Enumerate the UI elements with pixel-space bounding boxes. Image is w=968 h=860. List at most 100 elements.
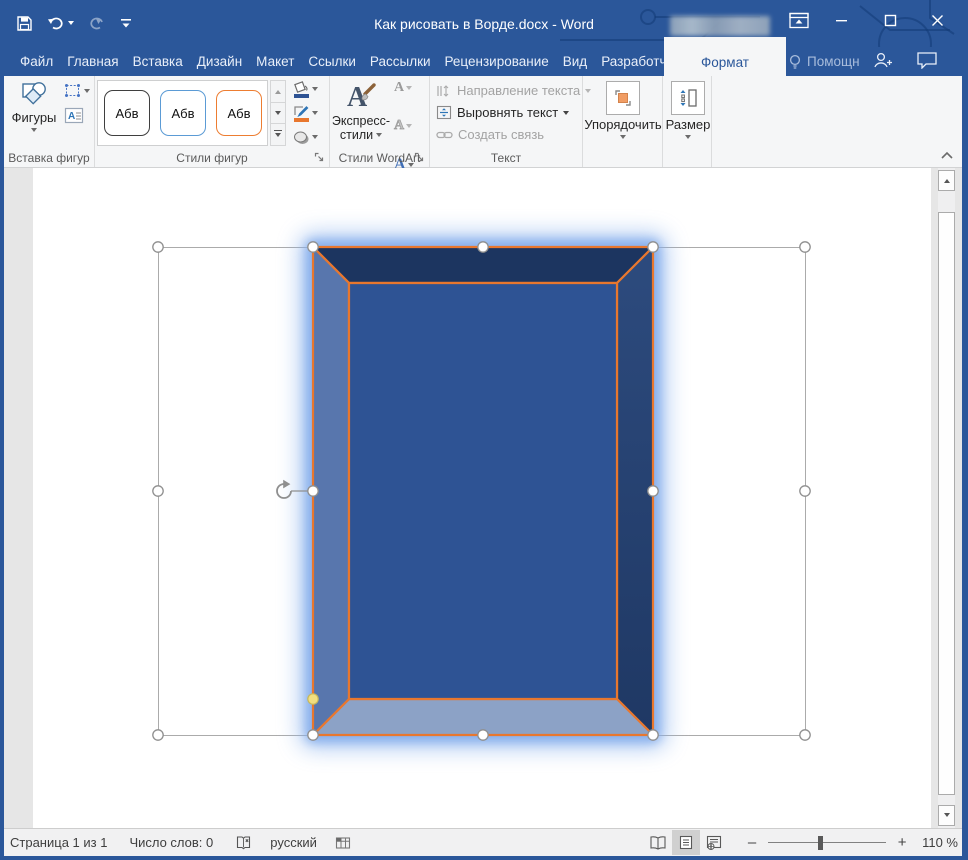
tab-format-active[interactable]: Формат <box>664 37 786 76</box>
customize-qat-button[interactable] <box>118 14 134 32</box>
shape-fill-button[interactable] <box>291 78 327 100</box>
maximize-button[interactable] <box>873 0 907 40</box>
adjust-handle[interactable] <box>308 694 318 704</box>
shape-style-preset-2[interactable]: Абв <box>160 90 206 136</box>
selection-handle[interactable] <box>800 730 810 740</box>
tab-review[interactable]: Рецензирование <box>438 47 556 76</box>
draw-text-box-button[interactable]: A <box>62 106 86 125</box>
align-text-button[interactable]: Выровнять текст <box>436 105 569 120</box>
quick-styles-label-2: стили <box>340 128 373 142</box>
minimize-button[interactable] <box>824 0 858 40</box>
read-mode-button[interactable] <box>644 830 672 855</box>
redo-button[interactable] <box>86 13 108 33</box>
quick-styles-caret <box>376 133 382 140</box>
zoom-slider-thumb[interactable] <box>818 836 823 850</box>
save-button[interactable] <box>14 13 35 34</box>
tab-references[interactable]: Ссылки <box>301 47 363 76</box>
selection-handle[interactable] <box>800 242 810 252</box>
size-button[interactable]: Размер <box>670 81 706 142</box>
edit-shape-button[interactable] <box>62 82 92 100</box>
selection-handle[interactable] <box>153 730 163 740</box>
text-outline-button[interactable]: A <box>392 116 414 136</box>
selection-handle[interactable] <box>308 730 318 740</box>
align-text-icon <box>436 105 452 120</box>
ribbon-display-options-button[interactable] <box>782 0 816 40</box>
shapes-button[interactable]: Фигуры <box>8 80 60 135</box>
tab-view[interactable]: Вид <box>556 47 594 76</box>
scroll-down-button[interactable] <box>938 805 955 826</box>
web-layout-icon <box>706 835 722 850</box>
gallery-scroll-up-button[interactable] <box>270 80 286 103</box>
text-fill-button[interactable]: A <box>392 78 414 98</box>
dialog-launcher-icon <box>414 152 425 163</box>
sign-in-button[interactable] <box>872 49 894 74</box>
shape-styles-dialog-launcher[interactable] <box>313 151 326 164</box>
zoom-level[interactable]: 110 % <box>922 835 958 850</box>
print-layout-button[interactable] <box>672 830 700 855</box>
word-count[interactable]: Число слов: 0 <box>129 835 213 850</box>
lightbulb-icon <box>788 54 802 70</box>
zoom-in-button[interactable]: + <box>894 834 910 851</box>
size-icon <box>677 87 699 109</box>
tab-insert[interactable]: Вставка <box>126 47 190 76</box>
selection-handle[interactable] <box>478 242 488 252</box>
arrange-button[interactable]: Упорядочить <box>588 81 658 142</box>
proofing-status-button[interactable] <box>235 834 252 851</box>
zoom-slider[interactable] <box>768 836 886 850</box>
undo-button[interactable] <box>45 13 76 33</box>
edit-shape-caret <box>84 89 90 96</box>
language-indicator[interactable]: русский <box>270 835 317 850</box>
print-layout-icon <box>679 835 693 850</box>
tab-layout[interactable]: Макет <box>249 47 301 76</box>
shape-style-preset-3[interactable]: Абв <box>216 90 262 136</box>
undo-icon <box>47 15 65 31</box>
close-icon <box>931 14 944 27</box>
group-arrange: Упорядочить <box>583 76 663 167</box>
zoom-out-button[interactable]: – <box>744 834 760 851</box>
selection-handle[interactable] <box>648 486 658 496</box>
selection-handle[interactable] <box>153 242 163 252</box>
gallery-more-icon <box>274 130 282 140</box>
document-area <box>0 168 968 828</box>
create-link-button[interactable]: Создать связь <box>436 127 544 142</box>
wordart-dialog-launcher[interactable] <box>413 151 426 164</box>
statusbar-right: – + 110 % <box>644 829 958 856</box>
scrollbar-thumb[interactable] <box>938 212 955 795</box>
text-direction-button[interactable]: Направление текста <box>436 83 591 98</box>
collapse-ribbon-button[interactable] <box>940 148 954 163</box>
scroll-up-button[interactable] <box>938 170 955 191</box>
feedback-button[interactable] <box>916 49 938 74</box>
page-indicator[interactable]: Страница 1 из 1 <box>10 835 107 850</box>
shape-effects-button[interactable] <box>291 126 327 148</box>
tab-mailings[interactable]: Рассылки <box>363 47 438 76</box>
tab-design[interactable]: Дизайн <box>190 47 249 76</box>
text-outline-caret <box>406 124 412 131</box>
selection-handle[interactable] <box>308 242 318 252</box>
shape-style-preset-1[interactable]: Абв <box>104 90 150 136</box>
gallery-scroll-down-button[interactable] <box>270 103 286 125</box>
tab-tell-me[interactable]: Помощн <box>788 47 860 76</box>
macro-recording-button[interactable] <box>335 836 351 850</box>
selection-handle[interactable] <box>648 242 658 252</box>
web-layout-button[interactable] <box>700 830 728 855</box>
vertical-scrollbar[interactable] <box>938 168 955 828</box>
shape-outline-button[interactable] <box>291 102 327 124</box>
shape-style-buttons <box>291 78 327 150</box>
tab-file[interactable]: Файл <box>13 47 60 76</box>
tab-home[interactable]: Главная <box>60 47 125 76</box>
frame-shape[interactable] <box>313 247 653 735</box>
shape-outline-caret <box>312 111 318 118</box>
selection-handle[interactable] <box>478 730 488 740</box>
selection-handle[interactable] <box>800 486 810 496</box>
zoom-slider-track[interactable] <box>768 842 886 843</box>
quick-styles-label-1: Экспресс- <box>332 114 390 128</box>
close-button[interactable] <box>920 0 954 40</box>
selection-handle[interactable] <box>648 730 658 740</box>
frame-center-panel[interactable] <box>349 283 617 699</box>
quick-styles-button[interactable]: А Экспресс- стили <box>332 78 390 142</box>
selection-handle[interactable] <box>308 486 318 496</box>
gallery-more-button[interactable] <box>270 124 286 146</box>
outline-pencil-icon <box>293 105 310 117</box>
selection-handle[interactable] <box>153 486 163 496</box>
shape-effects-caret <box>312 135 318 142</box>
